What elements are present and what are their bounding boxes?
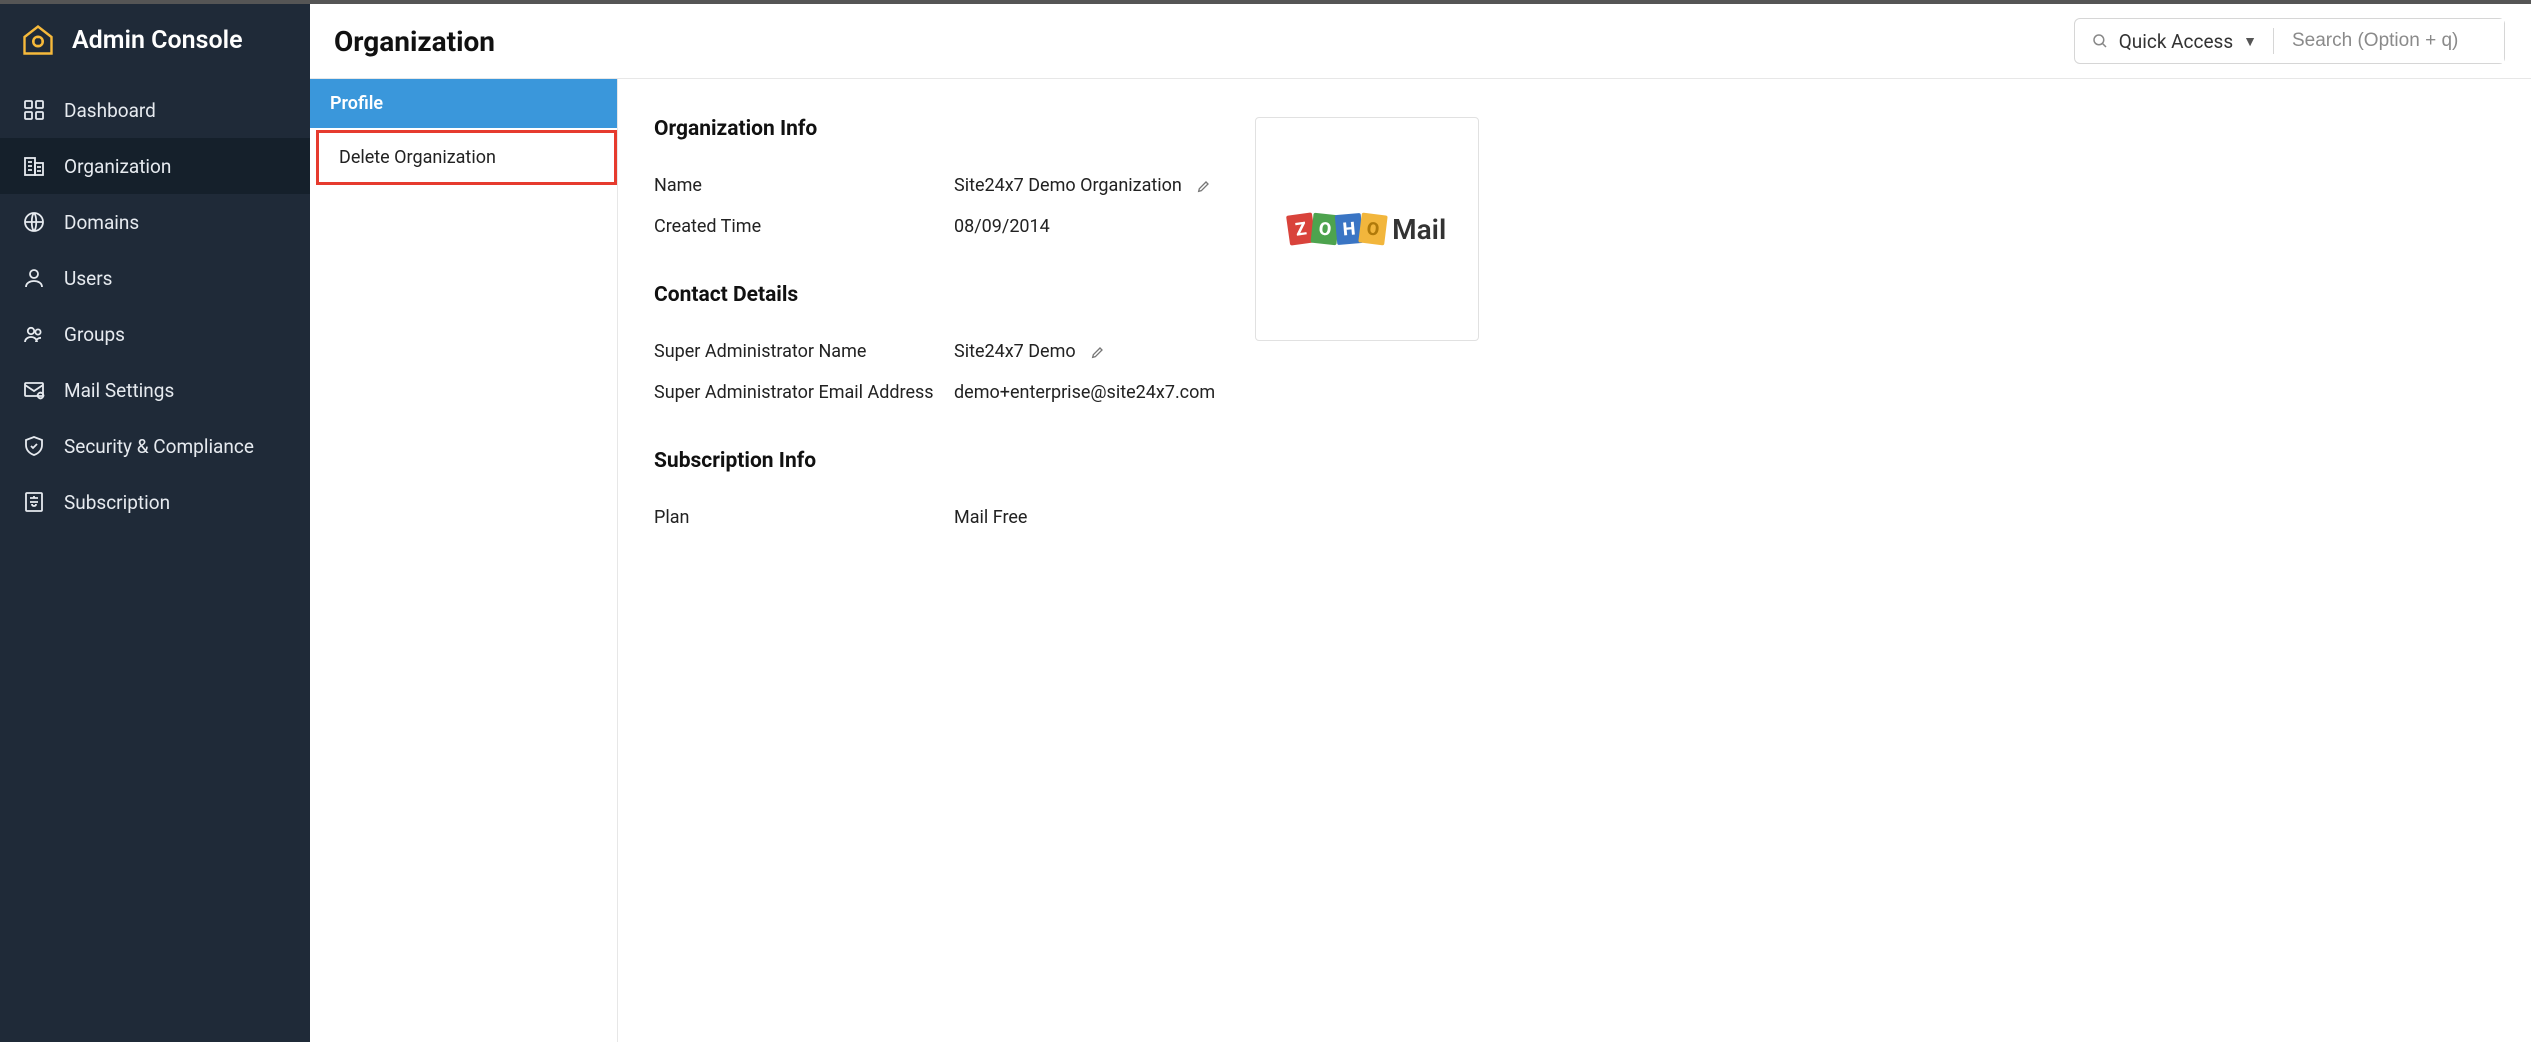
subnav: Profile Delete Organization bbox=[310, 79, 618, 1042]
details: Organization Info Name Site24x7 Demo Org… bbox=[654, 109, 1215, 538]
subnav-item-label: Delete Organization bbox=[339, 147, 496, 168]
logo-letter-o: O bbox=[1358, 213, 1387, 246]
app-root: Admin Console Dashboard bbox=[0, 0, 2531, 1042]
zoho-mail-logo: Z O H O Mail bbox=[1288, 213, 1446, 246]
nav: Dashboard Organization Domains bbox=[0, 82, 310, 530]
section-title-subscription: Subscription Info bbox=[654, 449, 1215, 473]
subnav-item-profile[interactable]: Profile bbox=[310, 79, 617, 128]
content: Organization Info Name Site24x7 Demo Org… bbox=[618, 79, 1515, 1042]
user-icon bbox=[22, 266, 46, 290]
row-created: Created Time 08/09/2014 bbox=[654, 206, 1215, 247]
row-admin-email: Super Administrator Email Address demo+e… bbox=[654, 372, 1215, 413]
label-created: Created Time bbox=[654, 216, 954, 237]
value-admin-email: demo+enterprise@site24x7.com bbox=[954, 382, 1215, 403]
globe-icon bbox=[22, 210, 46, 234]
edit-icon[interactable] bbox=[1090, 344, 1106, 360]
logo-card: Z O H O Mail bbox=[1255, 117, 1479, 341]
subnav-item-label: Profile bbox=[330, 93, 383, 114]
edit-icon[interactable] bbox=[1196, 178, 1212, 194]
sidebar-item-label: Mail Settings bbox=[64, 379, 174, 402]
quick-access-dropdown[interactable]: Quick Access ▼ bbox=[2075, 30, 2273, 53]
dashboard-icon bbox=[22, 98, 46, 122]
sidebar-item-users[interactable]: Users bbox=[0, 250, 310, 306]
group-icon bbox=[22, 322, 46, 346]
sidebar: Admin Console Dashboard bbox=[0, 4, 310, 1042]
brand-icon bbox=[20, 22, 56, 58]
subnav-item-delete-organization[interactable]: Delete Organization bbox=[316, 130, 617, 185]
sidebar-item-subscription[interactable]: Subscription bbox=[0, 474, 310, 530]
label-plan: Plan bbox=[654, 507, 954, 528]
sidebar-item-organization[interactable]: Organization bbox=[0, 138, 310, 194]
plan-value: Mail Free bbox=[954, 507, 1027, 528]
sidebar-item-security[interactable]: Security & Compliance bbox=[0, 418, 310, 474]
logo-text-mail: Mail bbox=[1392, 213, 1446, 246]
sidebar-item-label: Organization bbox=[64, 155, 171, 178]
search-icon bbox=[2091, 32, 2109, 50]
section-title-contact: Contact Details bbox=[654, 283, 1215, 307]
sidebar-item-dashboard[interactable]: Dashboard bbox=[0, 82, 310, 138]
sidebar-item-label: Dashboard bbox=[64, 99, 156, 122]
quick-access-label: Quick Access bbox=[2119, 30, 2233, 53]
topbar: Organization Quick Access ▼ bbox=[310, 4, 2531, 79]
value-plan: Mail Free bbox=[954, 507, 1027, 528]
page-title: Organization bbox=[334, 25, 495, 58]
sidebar-item-label: Domains bbox=[64, 211, 139, 234]
chevron-down-icon: ▼ bbox=[2243, 33, 2257, 50]
row-name: Name Site24x7 Demo Organization bbox=[654, 165, 1215, 206]
label-admin-name: Super Administrator Name bbox=[654, 341, 954, 362]
sidebar-item-mail-settings[interactable]: Mail Settings bbox=[0, 362, 310, 418]
value-admin-name: Site24x7 Demo bbox=[954, 341, 1106, 362]
sidebar-item-label: Subscription bbox=[64, 491, 170, 514]
sidebar-item-label: Security & Compliance bbox=[64, 435, 254, 458]
org-name-value: Site24x7 Demo Organization bbox=[954, 175, 1182, 196]
row-admin-name: Super Administrator Name Site24x7 Demo bbox=[654, 331, 1215, 372]
sidebar-item-label: Users bbox=[64, 267, 112, 290]
admin-name-value: Site24x7 Demo bbox=[954, 341, 1076, 362]
shield-icon bbox=[22, 434, 46, 458]
search-input[interactable] bbox=[2274, 19, 2504, 63]
brand-title: Admin Console bbox=[72, 26, 243, 55]
sidebar-item-label: Groups bbox=[64, 323, 125, 346]
body: Profile Delete Organization Organization… bbox=[310, 79, 2531, 1042]
main-column: Organization Quick Access ▼ bbox=[310, 4, 2531, 1042]
value-created: 08/09/2014 bbox=[954, 216, 1050, 237]
organization-icon bbox=[22, 154, 46, 178]
subscription-icon bbox=[22, 490, 46, 514]
brand: Admin Console bbox=[0, 4, 310, 82]
created-value: 08/09/2014 bbox=[954, 216, 1050, 237]
label-admin-email: Super Administrator Email Address bbox=[654, 382, 954, 403]
section-title-org-info: Organization Info bbox=[654, 117, 1215, 141]
value-name: Site24x7 Demo Organization bbox=[954, 175, 1212, 196]
label-name: Name bbox=[654, 175, 954, 196]
sidebar-item-domains[interactable]: Domains bbox=[0, 194, 310, 250]
sidebar-item-groups[interactable]: Groups bbox=[0, 306, 310, 362]
admin-email-value: demo+enterprise@site24x7.com bbox=[954, 382, 1215, 403]
search-group: Quick Access ▼ bbox=[2074, 18, 2505, 64]
mail-settings-icon bbox=[22, 378, 46, 402]
row-plan: Plan Mail Free bbox=[654, 497, 1215, 538]
